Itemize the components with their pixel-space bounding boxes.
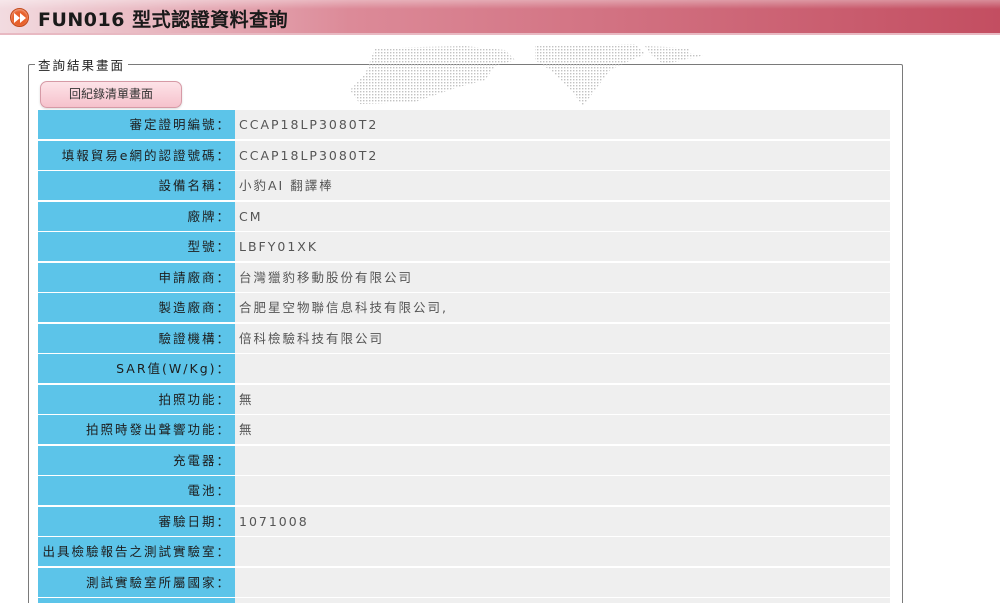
field-label: 填報貿易e網的認證號碼： xyxy=(38,141,235,170)
field-label: 型號： xyxy=(38,232,235,261)
field-value xyxy=(235,476,890,505)
field-value: 無 xyxy=(235,385,890,414)
field-value: 台灣獵豹移動股份有限公司 xyxy=(235,263,890,292)
field-value xyxy=(235,568,890,597)
field-label: 製造廠商： xyxy=(38,293,235,322)
field-value: 合肥星空物聯信息科技有限公司, xyxy=(235,293,890,322)
back-to-list-button[interactable]: 回紀錄清單畫面 xyxy=(40,81,182,108)
field-label xyxy=(38,598,235,603)
field-label: 審定證明編號： xyxy=(38,110,235,139)
field-value: CCAP18LP3080T2 xyxy=(235,141,890,170)
field-label: 審驗日期： xyxy=(38,507,235,536)
field-label: 測試實驗室所屬國家： xyxy=(38,568,235,597)
field-label: 拍照時發出聲響功能： xyxy=(38,415,235,444)
table-row: 拍照時發出聲響功能： 無 xyxy=(38,415,890,444)
field-value xyxy=(235,537,890,566)
field-label: 拍照功能： xyxy=(38,385,235,414)
fast-forward-icon xyxy=(10,8,29,27)
table-row: 審驗日期： 1071008 xyxy=(38,507,890,536)
field-label: 申請廠商： xyxy=(38,263,235,292)
field-label: 充電器： xyxy=(38,446,235,475)
field-value: 1071008 xyxy=(235,507,890,536)
table-row: 驗證機構： 倍科檢驗科技有限公司 xyxy=(38,324,890,353)
table-row: 測試實驗室所屬國家： xyxy=(38,568,890,597)
field-label: 設備名稱： xyxy=(38,171,235,200)
table-row: SAR值(W/Kg)： xyxy=(38,354,890,383)
table-row: 填報貿易e網的認證號碼： CCAP18LP3080T2 xyxy=(38,141,890,170)
field-label: 電池： xyxy=(38,476,235,505)
field-value: 無 xyxy=(235,415,890,444)
field-label: 廠牌： xyxy=(38,202,235,231)
field-value xyxy=(235,598,890,603)
field-value: CCAP18LP3080T2 xyxy=(235,110,890,139)
table-row: 出具檢驗報告之測試實驗室： xyxy=(38,537,890,566)
table-row: 審定證明編號： CCAP18LP3080T2 xyxy=(38,110,890,139)
field-value: CM xyxy=(235,202,890,231)
table-row: 充電器： xyxy=(38,446,890,475)
table-row xyxy=(38,598,890,603)
field-value: 小豹AI 翻譯棒 xyxy=(235,171,890,200)
field-label: 驗證機構： xyxy=(38,324,235,353)
table-row: 申請廠商： 台灣獵豹移動股份有限公司 xyxy=(38,263,890,292)
table-row: 設備名稱： 小豹AI 翻譯棒 xyxy=(38,171,890,200)
field-value: 倍科檢驗科技有限公司 xyxy=(235,324,890,353)
table-row: 電池： xyxy=(38,476,890,505)
field-value xyxy=(235,354,890,383)
table-row: 型號： LBFY01XK xyxy=(38,232,890,261)
field-value: LBFY01XK xyxy=(235,232,890,261)
result-legend: 查詢結果畫面 xyxy=(38,58,126,73)
field-value xyxy=(235,446,890,475)
table-row: 廠牌： CM xyxy=(38,202,890,231)
field-label: 出具檢驗報告之測試實驗室： xyxy=(38,537,235,566)
world-map-watermark xyxy=(350,44,705,106)
field-label: SAR值(W/Kg)： xyxy=(38,354,235,383)
table-row: 製造廠商： 合肥星空物聯信息科技有限公司, xyxy=(38,293,890,322)
title-bar: FUN016 型式認證資料查詢 xyxy=(0,0,1000,35)
table-row: 拍照功能： 無 xyxy=(38,385,890,414)
page-title: FUN016 型式認證資料查詢 xyxy=(38,9,289,31)
